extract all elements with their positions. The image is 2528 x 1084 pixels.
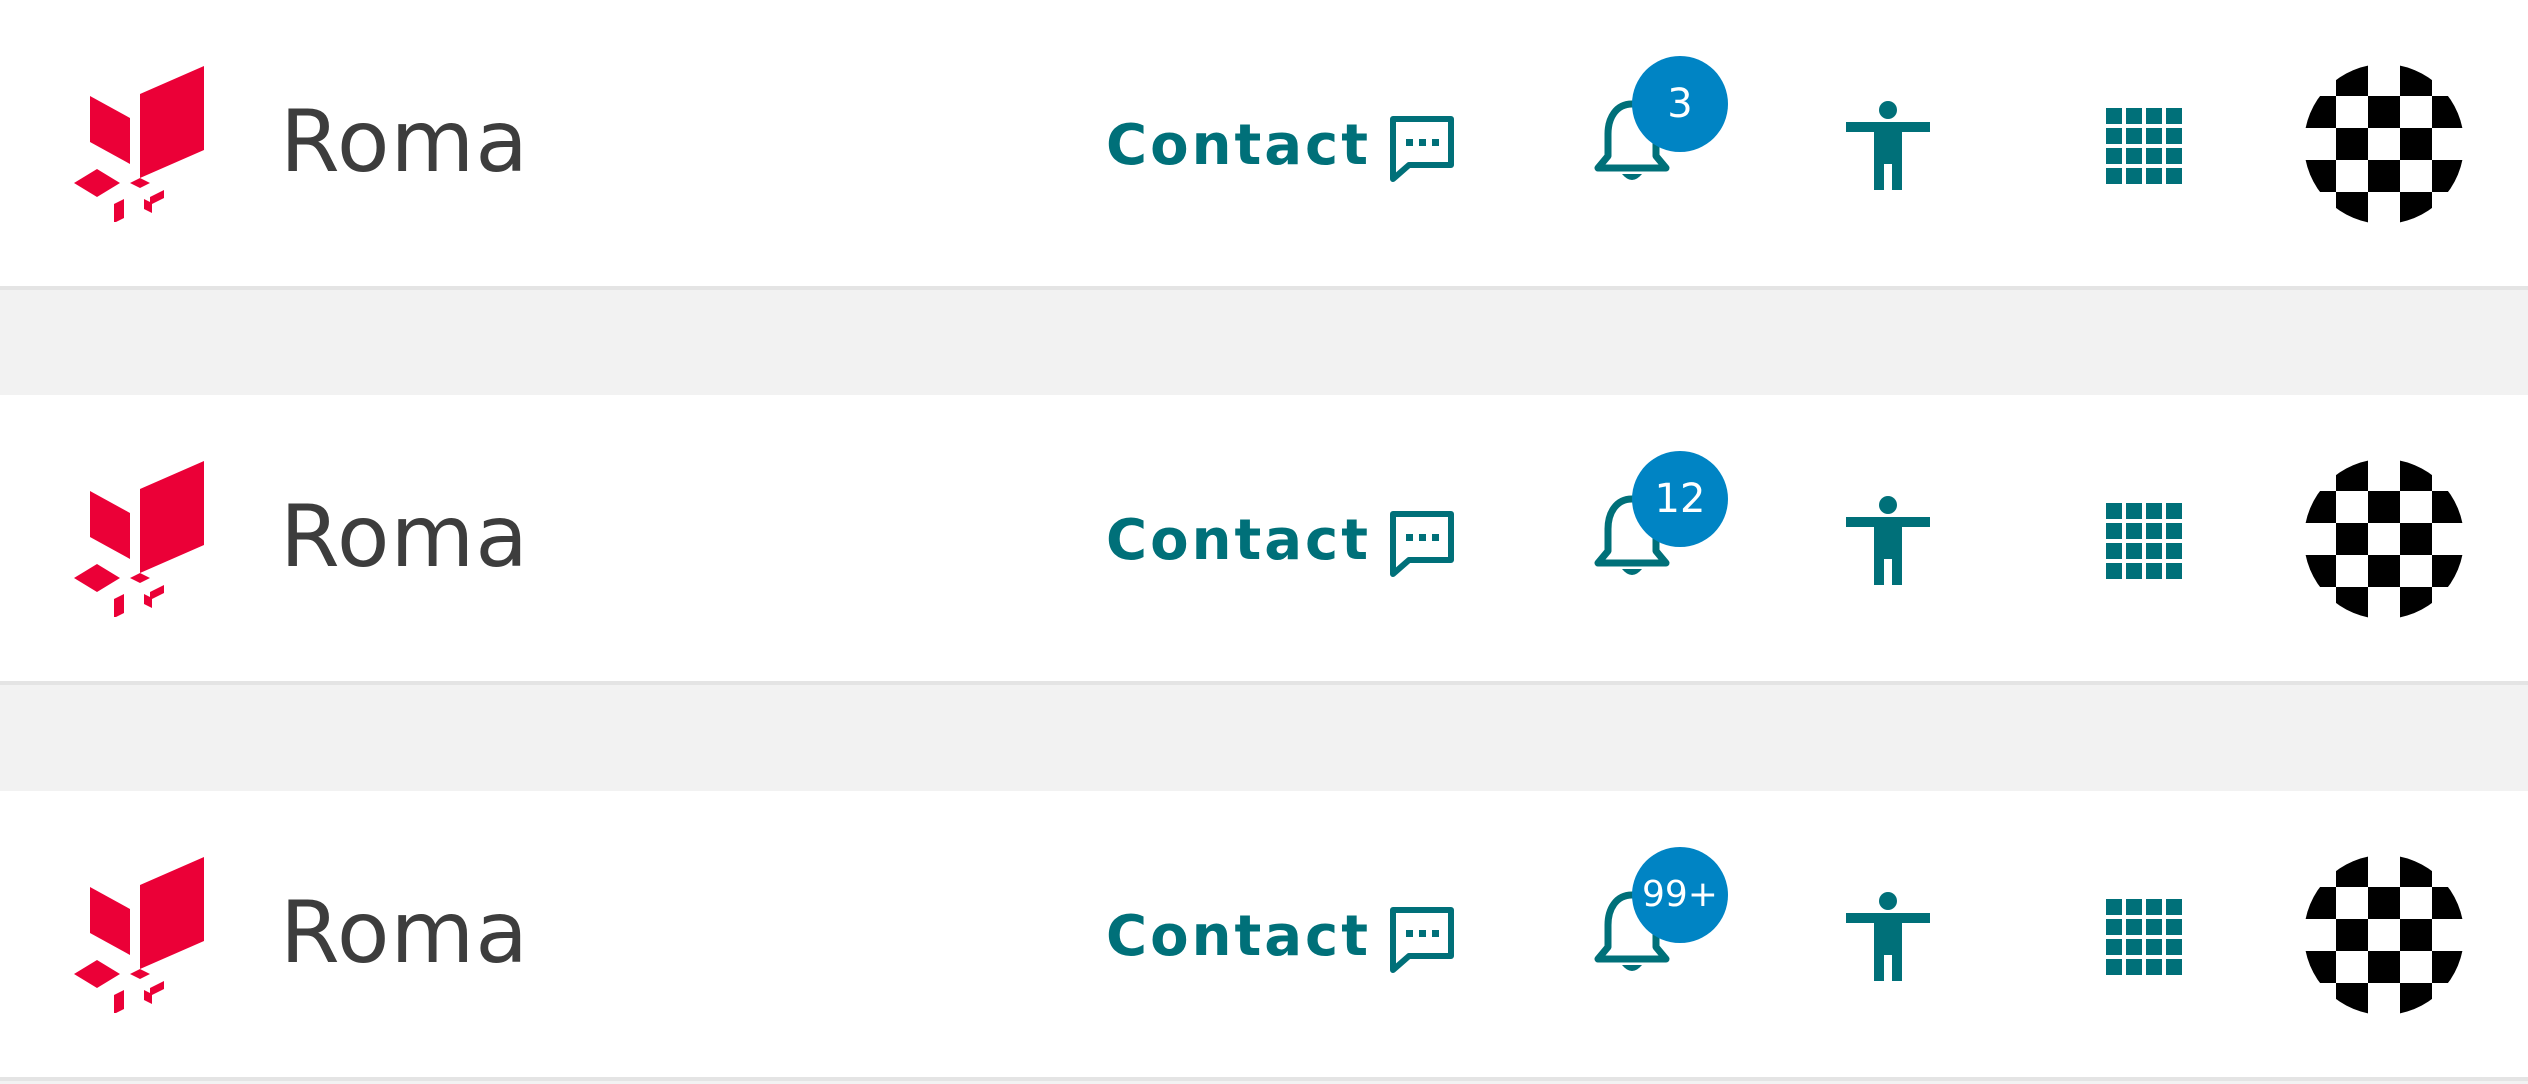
top-bar: Roma Contact 12	[0, 395, 2528, 685]
contact-label: Contact	[1106, 113, 1371, 178]
app-title: Roma	[280, 92, 529, 192]
contact-label: Contact	[1106, 508, 1371, 573]
user-avatar[interactable]	[2304, 459, 2464, 619]
contact-button[interactable]: Contact	[1106, 106, 1457, 186]
brand-logo[interactable]	[74, 66, 206, 223]
brand-logo[interactable]	[74, 461, 206, 618]
accessibility-person-icon	[1846, 101, 1930, 190]
top-bar: Roma Contact 3	[0, 0, 2528, 290]
accessibility-button[interactable]	[1840, 100, 1936, 190]
grid-apps-icon	[2106, 108, 2182, 184]
chat-bubble-dots-icon	[1389, 511, 1454, 577]
top-bar: Roma Contact 99+	[0, 791, 2528, 1081]
app-title: Roma	[280, 487, 529, 587]
accessibility-person-icon	[1846, 892, 1930, 981]
grid-apps-icon	[2106, 899, 2182, 975]
user-avatar[interactable]	[2304, 64, 2464, 224]
contact-button[interactable]: Contact	[1106, 897, 1457, 977]
accessibility-person-icon	[1846, 496, 1930, 585]
brand-logo[interactable]	[74, 857, 206, 1014]
chat-bubble-dots-icon	[1389, 907, 1454, 973]
notification-count-badge: 3	[1632, 56, 1728, 152]
grid-apps-icon	[2106, 503, 2182, 579]
notification-count-badge: 12	[1632, 451, 1728, 547]
checkered-avatar-icon	[2304, 855, 2464, 1015]
contact-button[interactable]: Contact	[1106, 501, 1457, 581]
apps-grid-button[interactable]	[2106, 503, 2182, 579]
accessibility-button[interactable]	[1840, 891, 1936, 981]
chat-bubble-dots-icon	[1389, 116, 1454, 182]
user-avatar[interactable]	[2304, 855, 2464, 1015]
logo-icon	[74, 66, 204, 223]
checkered-avatar-icon	[2304, 64, 2464, 224]
apps-grid-button[interactable]	[2106, 899, 2182, 975]
accessibility-button[interactable]	[1840, 495, 1936, 585]
app-title: Roma	[280, 883, 529, 983]
checkered-avatar-icon	[2304, 459, 2464, 619]
apps-grid-button[interactable]	[2106, 108, 2182, 184]
logo-icon	[74, 857, 204, 1014]
topbar-variants-page: Roma Contact 3 Roma Contact 12 Roma Cont…	[0, 0, 2528, 1084]
contact-label: Contact	[1106, 904, 1371, 969]
notification-count-badge: 99+	[1632, 847, 1728, 943]
logo-icon	[74, 461, 204, 618]
